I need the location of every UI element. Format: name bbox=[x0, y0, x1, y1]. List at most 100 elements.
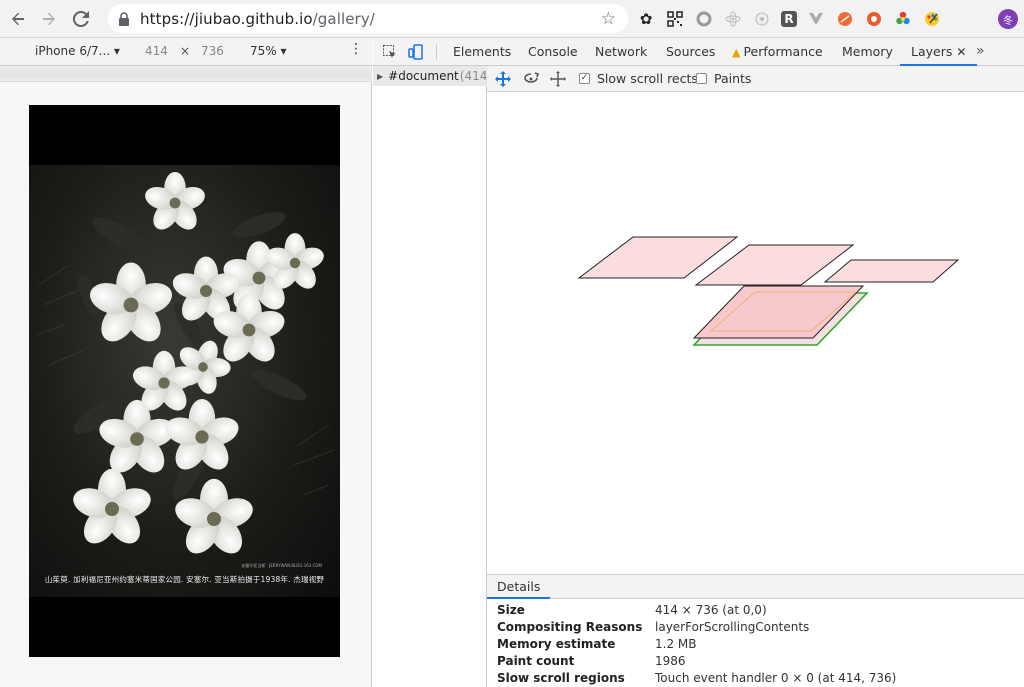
device-width[interactable]: 414 bbox=[145, 44, 168, 58]
detail-key: Slow scroll regions bbox=[497, 671, 625, 685]
layers-3d-canvas[interactable] bbox=[487, 92, 1024, 574]
device-select[interactable]: iPhone 6/7... ▾ bbox=[35, 44, 120, 58]
tab-network[interactable]: Network bbox=[595, 38, 647, 66]
more-tabs-icon[interactable]: » bbox=[976, 38, 985, 66]
detail-row-memory: Memory estimate 1.2 MB bbox=[497, 637, 696, 654]
tab-sources[interactable]: Sources bbox=[666, 38, 715, 66]
device-viewport: 安塞尔亚当斯 · JERRYWAN.BLOG.163.COM 山茱萸. 加利福尼… bbox=[0, 82, 372, 687]
toolbar-divider bbox=[436, 44, 437, 60]
pan-mode-icon[interactable] bbox=[494, 70, 512, 88]
detail-row-slow-scroll: Slow scroll regions Touch event handler 0… bbox=[497, 671, 896, 687]
back-button[interactable] bbox=[3, 4, 33, 34]
emulated-page[interactable]: 安塞尔亚当斯 · JERRYWAN.BLOG.163.COM 山茱萸. 加利福尼… bbox=[29, 105, 340, 657]
layers-toolbar: ✓ Slow scroll rects Paints bbox=[487, 66, 1024, 92]
device-name: iPhone 6/7... bbox=[35, 44, 111, 58]
reload-icon bbox=[73, 11, 89, 27]
tab-console[interactable]: Console bbox=[528, 38, 578, 66]
reload-button[interactable] bbox=[66, 4, 96, 34]
tab-performance[interactable]: ▲ Performance bbox=[732, 38, 823, 66]
detail-row-paint-count: Paint count 1986 bbox=[497, 654, 686, 671]
lock-icon bbox=[118, 11, 132, 26]
photo-caption: 山茱萸. 加利福尼亚州约塞米蒂国家公园. 安塞尔. 亚当斯拍摄于1938年. 杰… bbox=[44, 575, 325, 584]
rotate-mode-icon[interactable] bbox=[522, 70, 540, 88]
unchecked-box-icon[interactable] bbox=[696, 73, 707, 84]
dimension-separator: × bbox=[180, 44, 191, 58]
gallery-photo[interactable]: 安塞尔亚当斯 · JERRYWAN.BLOG.163.COM 山茱萸. 加利福尼… bbox=[29, 165, 340, 597]
vue-extension-icon[interactable] bbox=[806, 9, 826, 29]
address-bar[interactable]: https://jiubao.github.io/gallery/ ☆ bbox=[108, 4, 628, 33]
detail-key: Compositing Reasons bbox=[497, 620, 643, 634]
detail-value: layerForScrollingContents bbox=[655, 620, 810, 634]
more-options-icon[interactable]: ⋮ bbox=[349, 41, 363, 57]
media-query-ruler[interactable] bbox=[0, 66, 372, 82]
tab-layers[interactable]: Layers ✕ bbox=[900, 38, 978, 66]
close-icon[interactable]: ✕ bbox=[956, 45, 966, 59]
device-height[interactable]: 736 bbox=[201, 44, 224, 58]
details-pane: Details Size 414 × 736 (at 0,0) Compositi… bbox=[487, 574, 1024, 687]
layer-quad-selected bbox=[692, 285, 865, 339]
warning-icon: ▲ bbox=[732, 46, 741, 59]
ruler-segment bbox=[0, 69, 372, 79]
layer-quad bbox=[823, 259, 960, 283]
tab-elements[interactable]: Elements bbox=[453, 38, 511, 66]
detail-key: Paint count bbox=[497, 654, 575, 668]
detail-key: Size bbox=[497, 603, 525, 617]
tab-memory[interactable]: Memory bbox=[842, 38, 893, 66]
paints-checkbox[interactable]: Paints bbox=[696, 71, 751, 86]
zoom-select[interactable]: 75% ▾ bbox=[250, 44, 287, 58]
tab-performance-label: Performance bbox=[743, 44, 823, 59]
node-tag: #document bbox=[388, 69, 459, 83]
browser-toolbar: https://jiubao.github.io/gallery/ ☆ ✿ R … bbox=[0, 0, 1024, 38]
r-extension-icon[interactable]: R bbox=[781, 11, 797, 27]
extensions-bar: ✿ R bbox=[636, 6, 942, 32]
caret-down-icon: ▾ bbox=[280, 44, 287, 58]
slow-scroll-rects-checkbox[interactable]: ✓ Slow scroll rects bbox=[579, 71, 698, 86]
bookmark-star-icon[interactable]: ☆ bbox=[601, 9, 616, 29]
url-host: https://jiubao.github.io bbox=[140, 9, 313, 28]
layers-3d-view bbox=[577, 236, 960, 346]
slow-scroll-rects-label: Slow scroll rects bbox=[597, 71, 698, 86]
detail-key: Memory estimate bbox=[497, 637, 616, 651]
layers-view: ✓ Slow scroll rects Paints Details Size 41… bbox=[487, 66, 1024, 687]
lifebuoy-extension-icon[interactable] bbox=[864, 9, 884, 29]
photo-credit: 安塞尔亚当斯 · JERRYWAN.BLOG.163.COM bbox=[241, 563, 322, 568]
inspect-element-icon[interactable] bbox=[381, 43, 399, 61]
arrow-left-icon bbox=[12, 12, 24, 26]
details-tab-bar: Details bbox=[487, 575, 1024, 599]
checkmark-icon[interactable]: ✓ bbox=[579, 73, 590, 84]
expand-triangle-icon[interactable]: ▶ bbox=[377, 72, 383, 81]
device-toolbar: iPhone 6/7... ▾ 414 × 736 75% ▾ ⋮ bbox=[0, 38, 372, 66]
caret-down-icon: ▾ bbox=[113, 44, 120, 58]
detail-row-size: Size 414 × 736 (at 0,0) bbox=[497, 603, 767, 620]
circle-extension-icon[interactable] bbox=[694, 9, 714, 29]
tab-layers-label: Layers bbox=[911, 44, 953, 59]
url-text: https://jiubao.github.io/gallery/ bbox=[140, 10, 375, 28]
detail-row-compositing: Compositing Reasons layerForScrollingCont… bbox=[497, 620, 809, 637]
react-extension-icon[interactable] bbox=[723, 9, 743, 29]
forward-button[interactable] bbox=[34, 4, 64, 34]
paw-extension-icon[interactable]: ✿ bbox=[636, 9, 656, 29]
layers-tree: ▶ #document(414× bbox=[373, 66, 487, 687]
palette-extension-icon[interactable] bbox=[922, 9, 942, 29]
reset-transform-icon[interactable] bbox=[549, 70, 567, 88]
node-size: (414 bbox=[459, 69, 487, 83]
devtools-tab-bar: Elements Console Network Sources ▲ Perfor… bbox=[373, 38, 1024, 66]
orange-extension-icon[interactable] bbox=[835, 9, 855, 29]
detail-value: 1.2 MB bbox=[655, 637, 697, 651]
tab-details[interactable]: Details bbox=[487, 575, 551, 599]
detail-value: 414 × 736 (at 0,0) bbox=[655, 603, 767, 617]
paints-label: Paints bbox=[714, 71, 752, 86]
arrow-right-icon bbox=[43, 12, 55, 26]
url-path: /gallery/ bbox=[312, 9, 375, 28]
profile-avatar[interactable]: 冬 bbox=[998, 9, 1018, 29]
device-toolbar-toggle-icon[interactable] bbox=[407, 43, 425, 61]
detail-value: 1986 bbox=[655, 654, 686, 668]
tree-node-document[interactable]: ▶ #document(414× bbox=[373, 66, 487, 86]
detail-value: Touch event handler 0 × 0 (at 414, 736) bbox=[655, 671, 897, 685]
dogwood-flowers-image bbox=[36, 171, 335, 560]
color-picker-extension-icon[interactable] bbox=[893, 9, 913, 29]
devtools-panel: Elements Console Network Sources ▲ Perfor… bbox=[373, 38, 1024, 687]
qr-code-extension-icon[interactable] bbox=[665, 9, 685, 29]
gear-extension-icon[interactable] bbox=[752, 9, 772, 29]
zoom-level: 75% bbox=[250, 44, 277, 58]
